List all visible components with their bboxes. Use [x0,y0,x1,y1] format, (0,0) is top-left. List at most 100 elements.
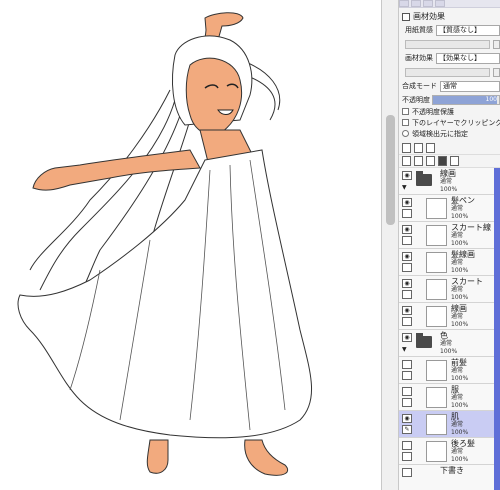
layer-mode: 通常 [451,421,464,428]
paper-texture-slider[interactable] [405,39,490,49]
layer-mode: 通常 [451,286,464,293]
visibility-eye-icon[interactable] [402,468,412,477]
protect-opacity-checkbox[interactable] [402,108,409,115]
material-slider-row [399,65,500,79]
lock-icon[interactable] [402,209,412,218]
layer-skirt-line[interactable]: ◉ スカート線 通常 100% [399,222,500,249]
blend-mode-label: 合成モード [402,82,437,90]
lock-icon[interactable] [402,398,412,407]
layer-folder-lineart[interactable]: ◉ ▼ 線画 通常 100% [399,168,500,195]
delete-layer-icon[interactable] [438,156,447,166]
folder-expand-icon[interactable]: ▼ [402,184,407,191]
opacity-label: 不透明度 [402,95,430,104]
transfer-down-icon[interactable] [402,156,411,166]
layer-toolbar-row1 [399,142,500,155]
canvas-scroll-thumb[interactable] [386,115,395,225]
visibility-eye-icon[interactable] [402,387,412,396]
merge-down-icon[interactable] [414,156,423,166]
material-toggle[interactable] [493,67,500,77]
layer-opacity: 100% [451,213,469,220]
layer-mode: 通常 [451,313,464,320]
selection-source-row[interactable]: 領域検出元に指定 [399,128,500,139]
layer-toolbar-row2 [399,155,500,168]
paper-texture-slider-row [399,37,500,51]
material-select[interactable]: 【効果なし】 [436,52,500,64]
layer-folder-draft[interactable]: 下書き [399,465,500,490]
opacity-slider[interactable]: 100 [432,94,500,105]
collapse-icon[interactable] [402,12,410,21]
visibility-eye-icon[interactable]: ◉ [402,252,412,261]
layer-name: スカート [451,277,483,286]
visibility-eye-icon[interactable] [402,441,412,450]
layer-thumbnail [426,441,447,462]
folder-expand-icon[interactable]: ▼ [402,346,407,353]
clear-layer-icon[interactable] [450,156,459,166]
lock-icon[interactable] [402,371,412,380]
visibility-eye-icon[interactable]: ◉ [402,171,412,180]
protect-opacity-label: 不透明度保護 [412,107,454,116]
clip-below-row[interactable]: 下のレイヤーでクリッピング [399,117,500,128]
layer-list[interactable]: ◉ ▼ 線画 通常 100% ◉ 髪ペン 通常 100% ◉ スカート線 通常 … [399,168,500,490]
blend-mode-value: 通常 [443,82,457,90]
canvas-scrollbar[interactable] [381,0,399,490]
pen-edit-icon[interactable]: ✎ [402,425,412,434]
visibility-eye-icon[interactable]: ◉ [402,225,412,234]
blend-mode-select[interactable]: 通常 [440,80,500,92]
visibility-eye-icon[interactable]: ◉ [402,198,412,207]
layer-folder-color[interactable]: ◉ ▼ 色 通常 100% [399,330,500,357]
layer-opacity: 100% [451,402,469,409]
layer-thumbnail [426,414,447,435]
layer-name: 髪線画 [451,250,475,259]
paper-texture-toggle[interactable] [493,39,500,49]
layer-back-hair[interactable]: 後ろ髪 通常 100% [399,438,500,465]
layer-mode: 通常 [451,259,464,266]
paper-texture-select[interactable]: 【質感なし】 [436,24,500,36]
lock-icon[interactable] [402,236,412,245]
layer-hair-pen[interactable]: ◉ 髪ペン 通常 100% [399,195,500,222]
layer-name: 前髪 [451,358,467,367]
layer-name: 下書き [440,466,464,475]
layer-front-hair[interactable]: 前髪 通常 100% [399,357,500,384]
layer-list-scrollbar[interactable] [494,168,500,490]
layer-thumbnail [426,198,447,219]
layer-skirt[interactable]: ◉ スカート 通常 100% [399,276,500,303]
new-folder-icon[interactable] [426,143,435,153]
new-layer-icon[interactable] [402,143,411,153]
layer-mode: 通常 [451,394,464,401]
visibility-eye-icon[interactable]: ◉ [402,306,412,315]
layer-name: 服 [451,385,459,394]
layer-clothes[interactable]: 服 通常 100% [399,384,500,411]
layer-name: 肌 [451,412,459,421]
new-vector-layer-icon[interactable] [414,143,423,153]
panel-top-strip [399,0,500,8]
visibility-eye-icon[interactable]: ◉ [402,279,412,288]
paper-texture-label: 用紙質感 [405,26,433,34]
merge-visible-icon[interactable] [426,156,435,166]
layer-mode: 通常 [440,178,453,185]
texture-section-header[interactable]: 画材効果 [399,10,500,23]
layer-skin-selected[interactable]: ◉ ✎ 肌 通常 100% [399,411,500,438]
lock-icon[interactable] [402,263,412,272]
visibility-eye-icon[interactable] [402,360,412,369]
lock-icon[interactable] [402,290,412,299]
selection-source-label: 領域検出元に指定 [412,129,468,138]
protect-opacity-row[interactable]: 不透明度保護 [399,106,500,117]
layer-thumbnail [426,252,447,273]
layer-lineart[interactable]: ◉ 線画 通常 100% [399,303,500,330]
blend-mode-row: 合成モード 通常 [399,79,500,93]
visibility-eye-icon[interactable]: ◉ [402,414,412,423]
layer-opacity: 100% [440,348,458,355]
lock-icon[interactable] [402,317,412,326]
opacity-value: 100 [485,95,497,103]
material-slider[interactable] [405,67,490,77]
visibility-eye-icon[interactable]: ◉ [402,333,412,342]
layer-hair-lineart[interactable]: ◉ 髪線画 通常 100% [399,249,500,276]
drawing-canvas[interactable] [0,0,381,490]
layer-mode: 通常 [451,232,464,239]
material-row: 画材効果 【効果なし】 [399,51,500,65]
layer-thumbnail [426,225,447,246]
selection-source-radio[interactable] [402,130,409,137]
lock-icon[interactable] [402,452,412,461]
layer-opacity: 100% [451,429,469,436]
clip-below-checkbox[interactable] [402,119,409,126]
